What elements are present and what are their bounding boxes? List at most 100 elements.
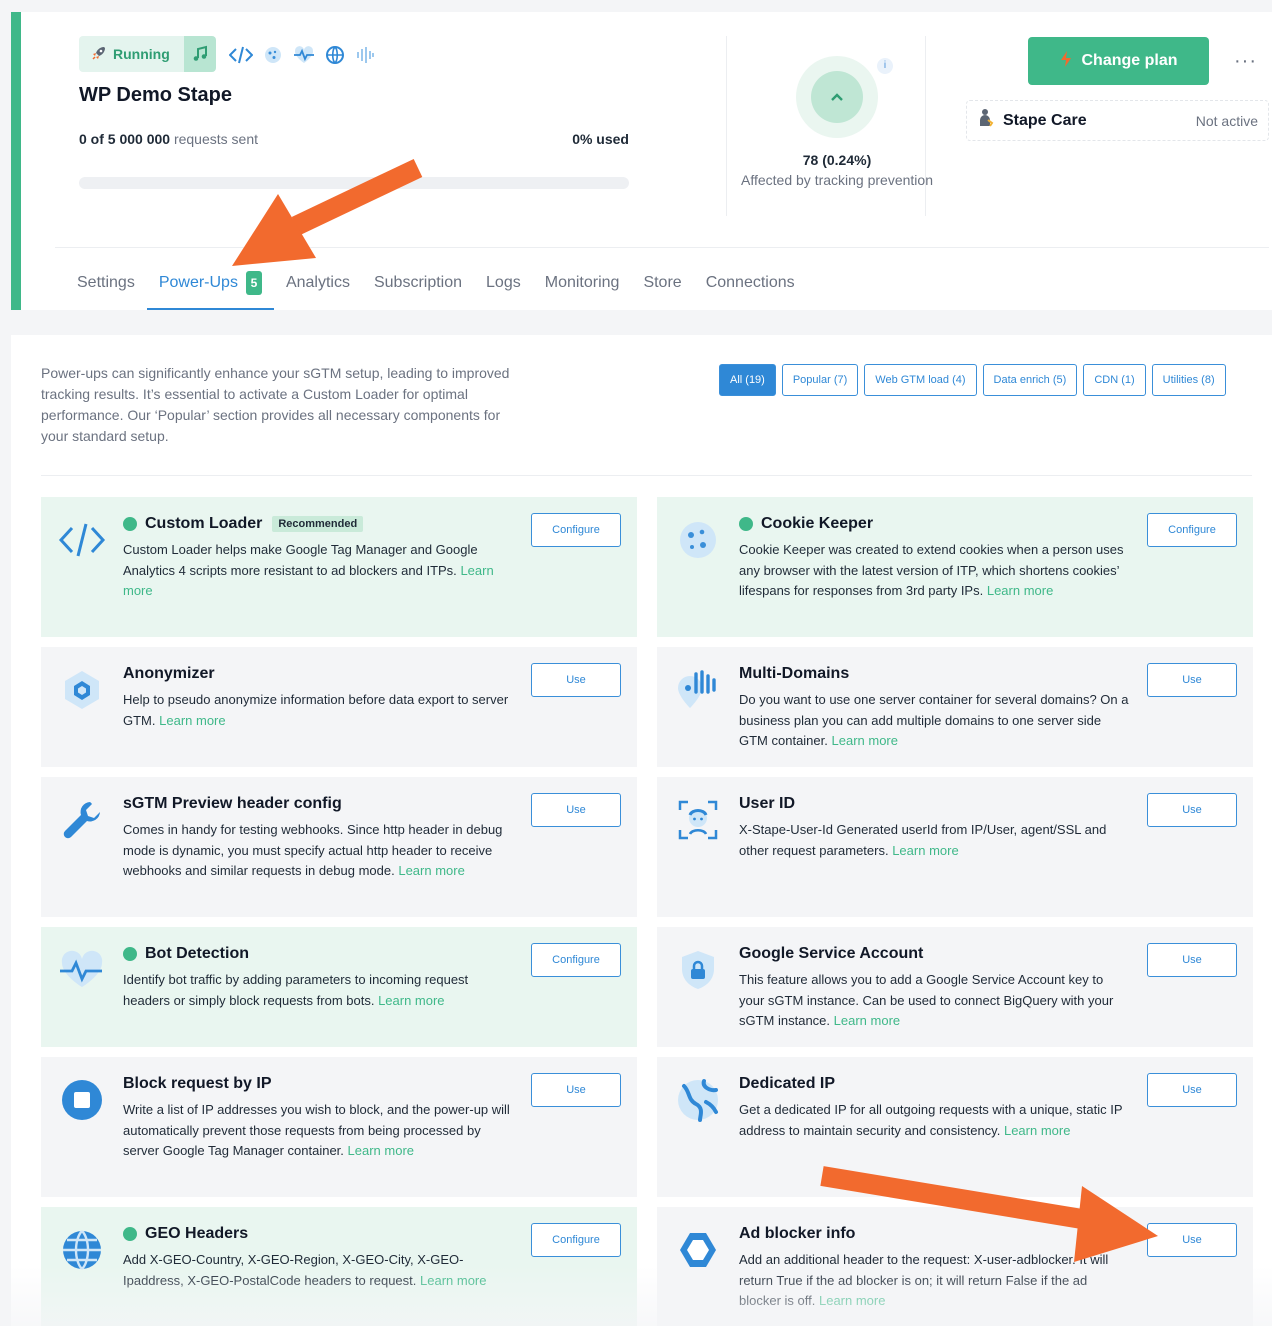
filter-web-gtm-load[interactable]: Web GTM load (4) <box>864 364 977 396</box>
status-pill: Running <box>79 36 216 72</box>
filter-data-enrich[interactable]: Data enrich (5) <box>982 364 1078 396</box>
card-description-text: Write a list of IP addresses you wish to… <box>123 1102 510 1158</box>
card-title: Custom Loader <box>145 515 263 532</box>
use-button[interactable]: Use <box>1147 943 1237 977</box>
wrench-icon <box>57 795 107 845</box>
tab-connections[interactable]: Connections <box>694 256 807 310</box>
card-title: Bot Detection <box>145 945 249 962</box>
card-header: sGTM Preview header config <box>123 795 342 813</box>
card-description: Help to pseudo anonymize information bef… <box>123 690 513 731</box>
card-header: Multi-Domains <box>739 665 849 683</box>
learn-more-link[interactable]: Learn more <box>892 843 958 858</box>
card-description: Custom Loader helps make Google Tag Mana… <box>123 540 513 602</box>
learn-more-link[interactable]: Learn more <box>832 733 898 748</box>
tab-label: Connections <box>705 274 795 291</box>
card-description: Write a list of IP addresses you wish to… <box>123 1100 513 1162</box>
card-title: User ID <box>739 795 796 812</box>
heartbeat-icon <box>57 945 107 995</box>
card-title: Block request by IP <box>123 1075 272 1092</box>
shield-lock-icon <box>673 945 723 995</box>
learn-more-link[interactable]: Learn more <box>834 1013 900 1028</box>
card-header: Ad blocker info <box>739 1225 855 1243</box>
code-icon <box>57 515 107 565</box>
divider <box>41 475 1252 476</box>
power-up-card-block-request-by-ip: Block request by IP Write a list of IP ad… <box>41 1057 637 1197</box>
use-button[interactable]: Use <box>1147 663 1237 697</box>
stape-care-box[interactable]: Stape Care Not active <box>966 100 1269 141</box>
usage-progress-bar <box>79 177 629 189</box>
learn-more-link[interactable]: Learn more <box>398 863 464 878</box>
requests-count: 0 of 5 000 000 <box>79 131 171 147</box>
tab-analytics[interactable]: Analytics <box>274 256 362 310</box>
use-button[interactable]: Use <box>531 663 621 697</box>
powerup-mini-icons <box>229 45 375 65</box>
configure-button[interactable]: Configure <box>531 943 621 977</box>
heartbeat-icon[interactable] <box>293 45 315 65</box>
filter-utilities[interactable]: Utilities (8) <box>1151 364 1226 396</box>
learn-more-link[interactable]: Learn more <box>1004 1123 1070 1138</box>
card-header: Block request by IP <box>123 1075 272 1093</box>
tab-subscription[interactable]: Subscription <box>362 256 474 310</box>
card-header: Google Service Account <box>739 945 923 963</box>
card-description-text: Add an additional header to the request:… <box>739 1252 1109 1308</box>
learn-more-link[interactable]: Learn more <box>159 713 225 728</box>
power-up-card-custom-loader: Custom Loader Recommended Custom Loader he… <box>41 497 637 637</box>
configure-button[interactable]: Configure <box>531 1223 621 1257</box>
change-plan-button[interactable]: Change plan <box>1028 37 1209 85</box>
tab-store[interactable]: Store <box>631 256 693 310</box>
card-description: Cookie Keeper was created to extend cook… <box>739 540 1129 602</box>
tab-logs[interactable]: Logs <box>474 256 533 310</box>
requests-text: 0 of 5 000 000 requests sent <box>79 131 258 147</box>
cookie-icon[interactable] <box>263 45 283 65</box>
tab-settings[interactable]: Settings <box>65 256 147 310</box>
filter-cdn[interactable]: CDN (1) <box>1083 364 1146 396</box>
card-title: Google Service Account <box>739 945 924 962</box>
more-options-icon[interactable]: ··· <box>1234 50 1257 73</box>
learn-more-link[interactable]: Learn more <box>987 583 1053 598</box>
requests-suffix: requests sent <box>170 131 258 147</box>
chevron-up-icon <box>811 71 863 123</box>
configure-button[interactable]: Configure <box>1147 513 1237 547</box>
power-up-card-sgtm-preview-header-config: sGTM Preview header config Comes in handy… <box>41 777 637 917</box>
power-up-card-ad-blocker-info: Ad blocker info Add an additional header … <box>657 1207 1253 1326</box>
globe-icon[interactable] <box>325 45 345 65</box>
card-header: GEO Headers <box>123 1225 248 1243</box>
filter-all[interactable]: All (19) <box>719 364 776 396</box>
filter-popular[interactable]: Popular (7) <box>781 364 859 396</box>
tab-label: Subscription <box>373 274 463 291</box>
music-icon[interactable] <box>183 36 216 72</box>
learn-more-link[interactable]: Learn more <box>420 1273 486 1288</box>
globe-map-icon <box>673 1075 723 1125</box>
stape-care-state: Not active <box>1195 112 1258 129</box>
card-description: Do you want to use one server container … <box>739 690 1129 752</box>
power-up-card-google-service-account: Google Service Account This feature allow… <box>657 927 1253 1047</box>
care-person-icon <box>977 108 995 133</box>
power-up-card-dedicated-ip: Dedicated IP Get a dedicated IP for all o… <box>657 1057 1253 1197</box>
cookie-icon <box>673 515 723 565</box>
card-description: Comes in handy for testing webhooks. Sin… <box>123 820 513 882</box>
hexagon-outline-icon <box>673 1225 723 1275</box>
code-icon[interactable] <box>229 45 253 65</box>
card-description: Add an additional header to the request:… <box>739 1250 1129 1312</box>
rocket-icon <box>91 45 107 64</box>
learn-more-link[interactable]: Learn more <box>378 993 444 1008</box>
use-button[interactable]: Use <box>1147 793 1237 827</box>
power-up-card-bot-detection: Bot Detection Identify bot traffic by add… <box>41 927 637 1047</box>
learn-more-link[interactable]: Learn more <box>819 1293 885 1308</box>
learn-more-link[interactable]: Learn more <box>348 1143 414 1158</box>
card-description: Add X-GEO-Country, X-GEO-Region, X-GEO-C… <box>123 1250 513 1291</box>
tab-label: Settings <box>77 274 135 291</box>
tab-label: Store <box>643 274 682 291</box>
use-button[interactable]: Use <box>531 1073 621 1107</box>
card-header: User ID <box>739 795 795 813</box>
configure-button[interactable]: Configure <box>531 513 621 547</box>
tab-power-ups[interactable]: Power-Ups 5 <box>146 256 275 310</box>
power-up-card-multi-domains: Multi-Domains Do you want to use one serv… <box>657 647 1253 767</box>
use-button[interactable]: Use <box>1147 1073 1237 1107</box>
tab-monitoring[interactable]: Monitoring <box>533 256 632 310</box>
power-ups-panel: Power-ups can significantly enhance your… <box>11 335 1272 1326</box>
use-button[interactable]: Use <box>1147 1223 1237 1257</box>
sound-bars-icon[interactable] <box>355 45 375 65</box>
use-button[interactable]: Use <box>531 793 621 827</box>
card-title: Ad blocker info <box>739 1225 856 1242</box>
